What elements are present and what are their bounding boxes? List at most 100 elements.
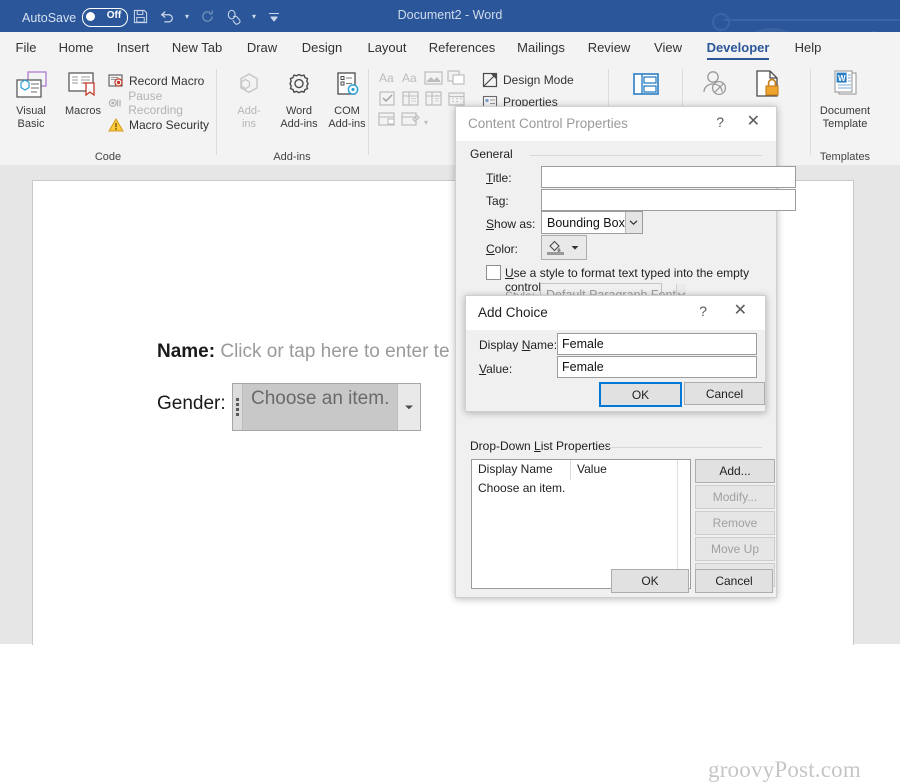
controls-row-3: ▾ — [378, 111, 428, 133]
pause-recording-icon — [108, 98, 121, 108]
design-mode-button[interactable]: Design Mode — [482, 70, 574, 90]
word-application-window: AutoSave Off ▾ ▾ Document2 - Word File H… — [0, 0, 900, 782]
add-ins-label-1: Add- — [237, 105, 261, 117]
dropdown-list-control-icon[interactable] — [424, 90, 443, 112]
content-control-handle[interactable] — [233, 384, 243, 430]
tab-insert[interactable]: Insert — [108, 32, 158, 63]
xml-mapping-pane-button[interactable] — [621, 67, 671, 105]
document-template-label-1: Document — [819, 105, 871, 117]
document-line-name: Name: Click or tap here to enter te — [157, 341, 450, 363]
show-as-value: Bounding Box — [547, 215, 625, 230]
macros-label: Macros — [64, 105, 102, 117]
warning-icon — [108, 118, 124, 132]
name-placeholder[interactable]: Click or tap here to enter te — [220, 341, 449, 362]
add-choice-title-bar: Add Choice ? ✕ — [466, 296, 765, 330]
column-header-display-name: Display Name — [472, 460, 571, 480]
general-group: General — [470, 147, 762, 161]
word-add-ins-button[interactable]: Word Add-ins — [274, 67, 324, 130]
controls-row-2 — [378, 90, 466, 112]
ccp-close-icon[interactable]: ✕ — [747, 113, 760, 131]
title-bar: AutoSave Off ▾ ▾ Document2 - Word — [0, 0, 900, 46]
ccp-cancel-button[interactable]: Cancel — [695, 569, 773, 593]
tab-new-tab[interactable]: New Tab — [162, 32, 232, 63]
tab-layout[interactable]: Layout — [358, 32, 416, 63]
add-choice-cancel-button[interactable]: Cancel — [684, 382, 765, 405]
add-choice-help-icon[interactable]: ? — [699, 303, 707, 319]
show-as-combobox[interactable]: Bounding Box — [541, 211, 643, 234]
content-control-value[interactable]: Choose an item. — [243, 384, 398, 430]
xml-mapping-pane-icon — [621, 67, 671, 103]
value-label: Value: — [479, 362, 513, 376]
color-dropdown-icon[interactable] — [568, 245, 582, 251]
ccp-title: Content Control Properties — [468, 116, 628, 131]
record-macro-button[interactable]: Record Macro — [108, 71, 204, 91]
block-authors-icon — [690, 67, 740, 103]
tab-developer[interactable]: Developer — [698, 32, 778, 63]
pause-recording-button: Pause Recording — [108, 89, 216, 117]
document-template-label-2: Template — [822, 117, 868, 130]
document-template-button[interactable]: W Document Template — [810, 67, 880, 130]
svg-text:Aa: Aa — [402, 71, 417, 85]
plain-text-control-icon[interactable]: Aa — [401, 69, 420, 91]
add-choice-title: Add Choice — [478, 305, 548, 320]
ccp-ok-button[interactable]: OK — [611, 569, 689, 593]
tab-file[interactable]: File — [6, 32, 46, 63]
dropdown-list-properties-caption: Drop-Down List Properties — [470, 439, 617, 453]
building-block-control-icon[interactable] — [447, 69, 466, 91]
gender-dropdown-content-control[interactable]: Choose an item. — [232, 383, 422, 431]
choices-list-row[interactable]: Choose an item. — [472, 480, 690, 495]
column-header-value: Value — [577, 462, 607, 476]
visual-basic-label-1: Visual — [16, 105, 46, 117]
com-add-ins-button[interactable]: COM Add-ins — [322, 67, 372, 130]
visual-basic-label-2: Basic — [17, 117, 45, 130]
ribbon-group-label-code: Code — [94, 151, 122, 163]
gear-icon — [274, 67, 324, 103]
tab-references[interactable]: References — [422, 32, 502, 63]
visual-basic-button[interactable]: Visual Basic — [6, 67, 56, 130]
checkbox-control-icon[interactable] — [378, 90, 397, 112]
com-add-ins-label-2: Add-ins — [328, 117, 366, 130]
restrict-editing-icon — [742, 67, 792, 103]
tag-input[interactable] — [541, 189, 796, 211]
general-caption: General — [470, 147, 519, 161]
tab-draw[interactable]: Draw — [238, 32, 286, 63]
tag-field-label: Tag: — [486, 194, 509, 208]
tab-view[interactable]: View — [644, 32, 692, 63]
legacy-tools-icon[interactable] — [401, 111, 420, 133]
tab-review[interactable]: Review — [580, 32, 638, 63]
show-as-chevron-down-icon[interactable] — [624, 212, 642, 233]
repeating-section-control-icon[interactable] — [378, 111, 397, 133]
record-macro-icon — [108, 74, 123, 87]
tab-design[interactable]: Design — [292, 32, 352, 63]
choices-listbox-header: Display Name Value — [472, 460, 690, 480]
display-name-input[interactable]: Female — [557, 333, 757, 355]
use-style-checkbox[interactable] — [486, 265, 501, 280]
com-add-ins-label-1: COM — [334, 105, 360, 117]
legacy-tools-dropdown-icon[interactable]: ▾ — [424, 118, 428, 127]
add-choice-ok-button[interactable]: OK — [599, 382, 682, 407]
display-name-label: Display Name: — [479, 338, 558, 352]
tab-help[interactable]: Help — [784, 32, 832, 63]
fill-color-icon — [542, 240, 568, 255]
value-input[interactable]: Female — [557, 356, 757, 378]
macro-security-button[interactable]: Macro Security — [108, 115, 209, 135]
rich-text-control-icon[interactable]: Aa — [378, 69, 397, 91]
add-choice-close-icon[interactable]: ✕ — [734, 302, 747, 320]
tab-mailings[interactable]: Mailings — [508, 32, 574, 63]
content-control-dropdown-arrow-icon[interactable] — [397, 384, 421, 430]
document-title: Document2 - Word — [397, 8, 503, 22]
add-ins-icon — [224, 67, 274, 103]
title-input[interactable] — [541, 166, 796, 188]
macros-button[interactable]: Macros — [58, 67, 108, 118]
ribbon-separator-2 — [368, 69, 369, 155]
ccp-help-icon[interactable]: ? — [716, 114, 724, 130]
dropdown-list-properties-group: Drop-Down List Properties — [470, 439, 762, 453]
controls-row-1: Aa Aa — [378, 69, 466, 91]
block-authors-button[interactable] — [690, 67, 740, 105]
svg-text:Aa: Aa — [379, 71, 394, 85]
picture-control-icon[interactable] — [424, 69, 443, 91]
tab-home[interactable]: Home — [48, 32, 104, 63]
add-choice-button[interactable]: Add... — [695, 459, 775, 483]
combo-box-control-icon[interactable] — [401, 90, 420, 112]
color-picker-button[interactable] — [541, 235, 587, 260]
